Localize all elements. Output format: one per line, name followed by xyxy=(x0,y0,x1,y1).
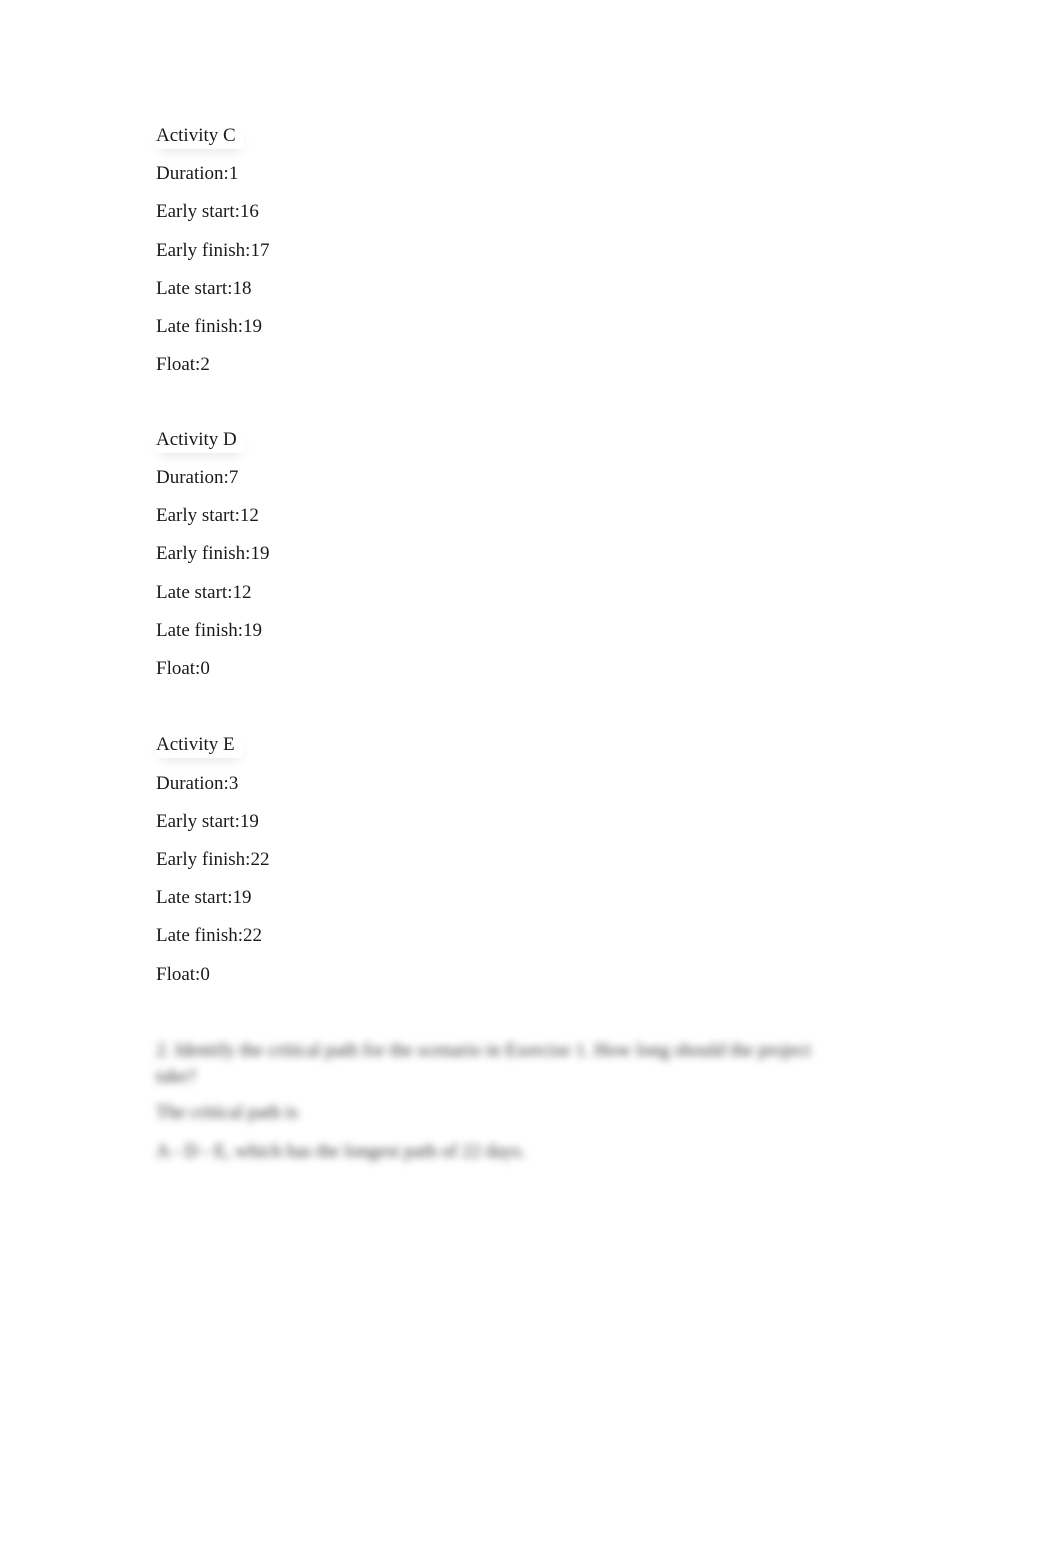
activity-c-float: Float:2 xyxy=(156,354,210,375)
activity-d-float: Float:0 xyxy=(156,658,210,679)
activity-e-early-finish: Early finish:22 xyxy=(156,849,270,870)
activity-d-early-start: Early start:12 xyxy=(156,505,259,526)
activity-c-heading: Activity C xyxy=(156,125,244,149)
blurred-answer: A - D - E, which has the longest path of… xyxy=(156,1141,526,1162)
activity-c-early-finish: Early finish:17 xyxy=(156,240,270,261)
activity-c-early-start: Early start:16 xyxy=(156,201,259,222)
activity-c-duration: Duration:1 xyxy=(156,163,239,184)
activity-d-late-start: Late start:12 xyxy=(156,582,252,603)
blurred-answer-label: The critical path is xyxy=(156,1102,298,1123)
activity-d-duration: Duration:7 xyxy=(156,467,239,488)
activity-e-heading: Activity E xyxy=(156,734,243,758)
activity-e-early-start: Early start:19 xyxy=(156,811,259,832)
activity-e-late-finish: Late finish:22 xyxy=(156,925,263,946)
activity-d-late-finish: Late finish:19 xyxy=(156,620,263,641)
activity-e-late-start: Late start:19 xyxy=(156,887,252,908)
activity-d-heading: Activity D xyxy=(156,429,245,453)
blurred-question: 2. Identify the critical path for the sc… xyxy=(156,1040,811,1087)
activity-c-late-start: Late start:18 xyxy=(156,278,252,299)
activity-e-float: Float:0 xyxy=(156,964,210,985)
activity-d-early-finish: Early finish:19 xyxy=(156,543,270,564)
activity-e-duration: Duration:3 xyxy=(156,773,239,794)
activity-c-late-finish: Late finish:19 xyxy=(156,316,263,337)
